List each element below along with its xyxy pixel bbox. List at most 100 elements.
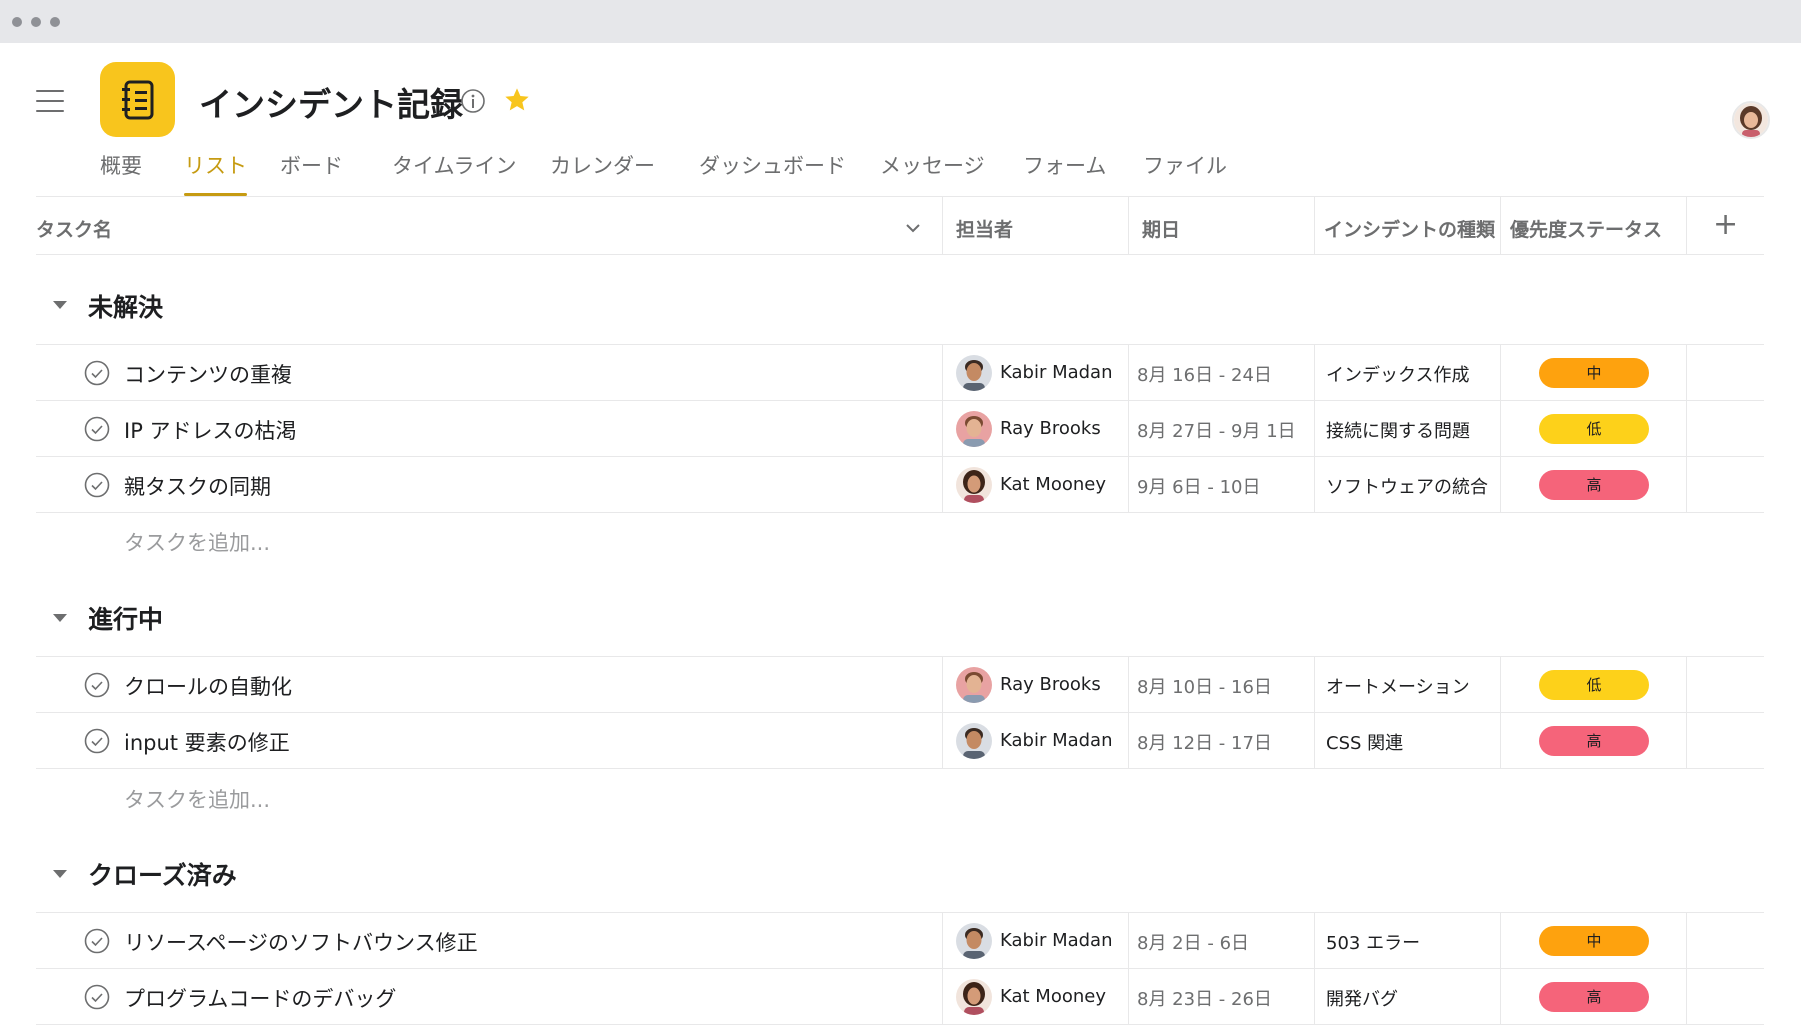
menu-hamburger-icon[interactable] (36, 90, 64, 112)
avatar (956, 411, 992, 447)
column-divider (1686, 657, 1687, 768)
column-divider (1500, 657, 1501, 768)
avatar (956, 467, 992, 503)
chevron-down-icon[interactable] (903, 218, 923, 238)
due-dates[interactable]: 8月 2日 - 6日 (1137, 929, 1249, 955)
column-divider (1128, 197, 1129, 254)
task-name[interactable]: 親タスクの同期 (124, 471, 271, 501)
column-divider (1314, 197, 1315, 254)
section-collapse-triangle-icon[interactable] (50, 864, 70, 884)
column-header-task-name[interactable]: タスク名 (36, 215, 112, 242)
window-titlebar (0, 0, 1801, 43)
check-circle-icon[interactable] (84, 360, 110, 386)
task-name[interactable]: コンテンツの重複 (124, 359, 292, 389)
window-dot-icon[interactable] (50, 17, 60, 27)
priority-badge[interactable]: 高 (1539, 726, 1649, 756)
section-title-closed[interactable]: クローズ済み (88, 856, 237, 892)
due-dates[interactable]: 8月 16日 - 24日 (1137, 361, 1272, 387)
task-row[interactable]: 親タスクの同期 Kat Mooney 9月 6日 - 10日 ソフトウェアの統合… (36, 457, 1764, 513)
tab-board[interactable]: ボード (280, 150, 343, 196)
column-header-incident-type[interactable]: インシデントの種類 (1324, 215, 1495, 242)
divider (36, 512, 1764, 513)
task-row[interactable]: クロールの自動化 Ray Brooks 8月 10日 - 16日 オートメーショ… (36, 657, 1764, 713)
info-icon[interactable] (460, 88, 486, 114)
priority-badge[interactable]: 中 (1539, 358, 1649, 388)
tab-timeline[interactable]: タイムライン (392, 150, 517, 196)
column-header-assignee[interactable]: 担当者 (956, 215, 1013, 242)
task-name[interactable]: input 要素の修正 (124, 727, 290, 757)
divider (36, 768, 1764, 769)
priority-badge[interactable]: 高 (1539, 470, 1649, 500)
priority-badge[interactable]: 中 (1539, 926, 1649, 956)
tab-dashboard[interactable]: ダッシュボード (699, 150, 846, 196)
check-circle-icon[interactable] (84, 672, 110, 698)
task-name[interactable]: リソースページのソフトバウンス修正 (124, 927, 478, 957)
tab-forms[interactable]: フォーム (1023, 150, 1106, 196)
assignee-name: Kat Mooney (1000, 474, 1106, 495)
window-dot-icon[interactable] (31, 17, 41, 27)
avatar (956, 355, 992, 391)
tab-list[interactable]: リスト (184, 150, 247, 196)
star-icon[interactable] (503, 86, 531, 114)
task-name[interactable]: プログラムコードのデバッグ (124, 983, 396, 1013)
column-divider (1686, 913, 1687, 1024)
assignee-name: Ray Brooks (1000, 418, 1101, 439)
project-title[interactable]: インシデント記録 (199, 78, 463, 126)
column-header-priority[interactable]: 優先度ステータス (1510, 215, 1662, 242)
column-divider (1686, 345, 1687, 512)
tab-files[interactable]: ファイル (1143, 150, 1227, 196)
assignee-name: Kat Mooney (1000, 986, 1106, 1007)
tab-overview[interactable]: 概要 (100, 150, 142, 196)
task-row[interactable]: input 要素の修正 Kabir Madan 8月 12日 - 17日 CSS… (36, 713, 1764, 769)
avatar (956, 979, 992, 1015)
check-circle-icon[interactable] (84, 728, 110, 754)
check-circle-icon[interactable] (84, 984, 110, 1010)
column-divider (1314, 913, 1315, 1024)
section-title-in-progress[interactable]: 進行中 (88, 600, 163, 636)
due-dates[interactable]: 8月 27日 - 9月 1日 (1137, 417, 1296, 443)
add-task-button[interactable]: タスクを追加... (124, 784, 270, 814)
user-avatar[interactable] (1732, 101, 1770, 139)
incident-type[interactable]: インデックス作成 (1326, 361, 1469, 387)
task-row[interactable]: リソースページのソフトバウンス修正 Kabir Madan 8月 2日 - 6日… (36, 913, 1764, 969)
divider (36, 254, 1764, 255)
section-collapse-triangle-icon[interactable] (50, 295, 70, 315)
task-row[interactable]: プログラムコードのデバッグ Kat Mooney 8月 23日 - 26日 開発… (36, 969, 1764, 1025)
tab-calendar[interactable]: カレンダー (550, 150, 655, 196)
due-dates[interactable]: 8月 10日 - 16日 (1137, 673, 1272, 699)
incident-type[interactable]: 開発バグ (1326, 985, 1398, 1011)
column-divider (1500, 197, 1501, 254)
window-dot-icon[interactable] (12, 17, 22, 27)
column-header-due-date[interactable]: 期日 (1142, 215, 1180, 242)
section-collapse-triangle-icon[interactable] (50, 608, 70, 628)
column-divider (942, 345, 943, 512)
column-divider (1500, 345, 1501, 512)
task-name[interactable]: クロールの自動化 (124, 671, 292, 701)
due-dates[interactable]: 9月 6日 - 10日 (1137, 473, 1260, 499)
incident-type[interactable]: 接続に関する問題 (1326, 417, 1470, 443)
column-divider (1128, 345, 1129, 512)
task-row[interactable]: コンテンツの重複 Kabir Madan 8月 16日 - 24日 インデックス… (36, 345, 1764, 401)
incident-type[interactable]: オートメーション (1326, 673, 1470, 699)
tab-messages[interactable]: メッセージ (880, 150, 985, 196)
section-title-open[interactable]: 未解決 (88, 288, 163, 324)
add-task-button[interactable]: タスクを追加... (124, 527, 270, 557)
task-name[interactable]: IP アドレスの枯渇 (124, 415, 297, 445)
task-row[interactable]: IP アドレスの枯渇 Ray Brooks 8月 27日 - 9月 1日 接続に… (36, 401, 1764, 457)
check-circle-icon[interactable] (84, 472, 110, 498)
column-divider (1500, 913, 1501, 1024)
add-column-plus-icon[interactable]: + (1713, 210, 1738, 240)
due-dates[interactable]: 8月 12日 - 17日 (1137, 729, 1272, 755)
column-divider (1314, 657, 1315, 768)
incident-type[interactable]: ソフトウェアの統合 (1326, 473, 1488, 499)
due-dates[interactable]: 8月 23日 - 26日 (1137, 985, 1272, 1011)
incident-type[interactable]: 503 エラー (1326, 929, 1420, 955)
project-notebook-icon (100, 62, 175, 137)
priority-badge[interactable]: 高 (1539, 982, 1649, 1012)
priority-badge[interactable]: 低 (1539, 414, 1649, 444)
column-divider (942, 657, 943, 768)
check-circle-icon[interactable] (84, 928, 110, 954)
check-circle-icon[interactable] (84, 416, 110, 442)
priority-badge[interactable]: 低 (1539, 670, 1649, 700)
incident-type[interactable]: CSS 関連 (1326, 729, 1403, 755)
